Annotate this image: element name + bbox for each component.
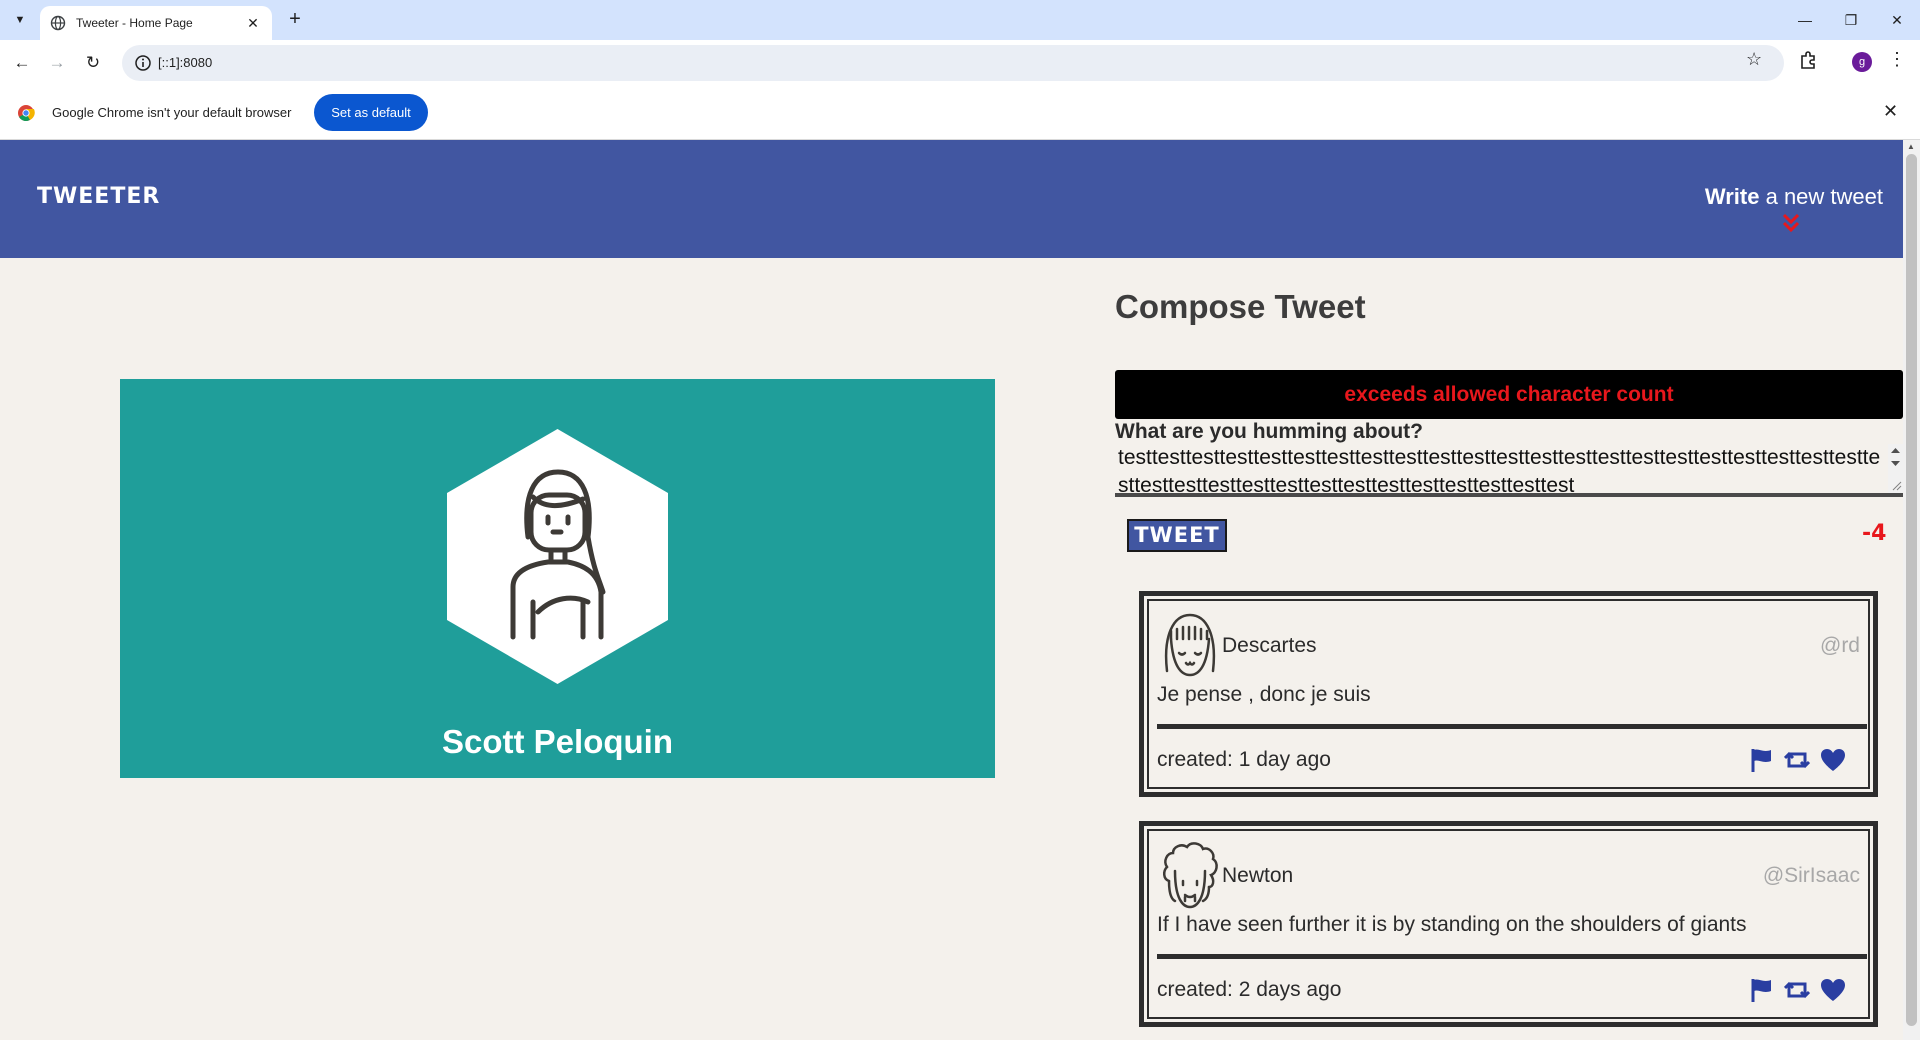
tweet-author-handle: @rd: [1820, 634, 1860, 657]
character-counter: -4: [1862, 521, 1887, 546]
chrome-logo-icon: [17, 104, 35, 122]
descartes-avatar-icon: [1164, 613, 1216, 677]
tweet-card: Descartes @rd Je pense , donc je suis cr…: [1139, 591, 1878, 797]
profile-name: Scott Peloquin: [442, 723, 673, 760]
globe-icon: [50, 15, 66, 31]
tweet-body: If I have seen further it is by standing…: [1157, 913, 1747, 936]
tweet-author-name: Descartes: [1222, 634, 1317, 657]
scroll-up-icon[interactable]: ▲: [1907, 142, 1915, 151]
heart-icon[interactable]: [1820, 977, 1846, 1003]
page-viewport: TWEETER Write a new tweet Scott Peloquin…: [0, 140, 1920, 1040]
site-info-icon[interactable]: [134, 54, 152, 72]
back-button[interactable]: ←: [10, 51, 34, 75]
close-tab-icon[interactable]: ✕: [244, 15, 262, 32]
reload-button[interactable]: ↻: [81, 51, 105, 75]
retweet-icon[interactable]: [1784, 747, 1810, 773]
tweet-author-handle: @SirIsaac: [1762, 864, 1860, 887]
set-as-default-button[interactable]: Set as default: [314, 94, 428, 131]
tweet-textarea-value: testtesttesttesttesttesttesttesttesttest…: [1118, 446, 1881, 497]
scrollbar-thumb[interactable]: [1906, 154, 1917, 1026]
minimize-button[interactable]: —: [1782, 0, 1828, 40]
flag-icon[interactable]: [1749, 977, 1775, 1003]
default-browser-infobar: Google Chrome isn't your default browser…: [0, 86, 1920, 140]
site-navbar: TWEETER Write a new tweet: [0, 140, 1903, 258]
heart-icon[interactable]: [1820, 747, 1846, 773]
profile-card: Scott Peloquin: [120, 379, 995, 778]
write-bold-text: Write: [1704, 184, 1760, 209]
browser-tab-strip: ▼ Tweeter - Home Page ✕ + — ❐ ✕: [0, 0, 1920, 40]
tweet-submit-button[interactable]: TWEET: [1127, 519, 1227, 552]
tab-title: Tweeter - Home Page: [76, 16, 193, 30]
address-bar[interactable]: [::1]:8080: [122, 45, 1784, 81]
compose-title: Compose Tweet: [1115, 288, 1366, 325]
close-window-button[interactable]: ✕: [1874, 0, 1920, 40]
tweet-card: Newton @SirIsaac If I have seen further …: [1139, 821, 1878, 1027]
tweet-textarea[interactable]: testtesttesttesttesttesttesttesttesttest…: [1115, 444, 1903, 497]
double-chevron-down-icon[interactable]: [1782, 212, 1800, 234]
browser-tab[interactable]: Tweeter - Home Page ✕: [40, 6, 272, 40]
close-infobar-icon[interactable]: ✕: [1883, 101, 1898, 122]
tweet-body: Je pense , donc je suis: [1157, 683, 1371, 706]
page-scrollbar[interactable]: ▲: [1903, 140, 1920, 1040]
site-logo[interactable]: TWEETER: [37, 184, 160, 209]
url-text: [::1]:8080: [158, 55, 213, 70]
compose-label: What are you humming about?: [1115, 420, 1423, 443]
tweet-created: created: 1 day ago: [1157, 748, 1331, 771]
newton-avatar-icon: [1163, 842, 1218, 909]
profile-avatar-icon: [510, 469, 606, 640]
tweet-created: created: 2 days ago: [1157, 978, 1342, 1001]
infobar-message: Google Chrome isn't your default browser: [52, 105, 292, 120]
browser-toolbar: ← → ↻ [::1]:8080 ☆ g ⋮: [0, 40, 1920, 86]
chrome-menu-icon[interactable]: ⋮: [1888, 49, 1906, 70]
flag-icon[interactable]: [1749, 747, 1775, 773]
profile-avatar[interactable]: g: [1852, 52, 1872, 72]
new-tab-button[interactable]: +: [283, 8, 307, 32]
error-message: exceeds allowed character count: [1115, 370, 1903, 419]
tweet-divider: [1157, 724, 1867, 729]
bookmark-star-icon[interactable]: ☆: [1746, 49, 1762, 70]
write-new-tweet-link[interactable]: Write a new tweet: [1705, 184, 1883, 210]
tab-search-button[interactable]: ▼: [9, 9, 31, 31]
write-rest-text: a new tweet: [1759, 184, 1883, 209]
restore-button[interactable]: ❐: [1828, 0, 1874, 40]
retweet-icon[interactable]: [1784, 977, 1810, 1003]
extensions-icon[interactable]: [1797, 49, 1819, 71]
textarea-scrollbar[interactable]: [1888, 444, 1903, 493]
forward-button[interactable]: →: [45, 51, 69, 75]
tweet-divider: [1157, 954, 1867, 959]
tweet-author-name: Newton: [1222, 864, 1294, 887]
